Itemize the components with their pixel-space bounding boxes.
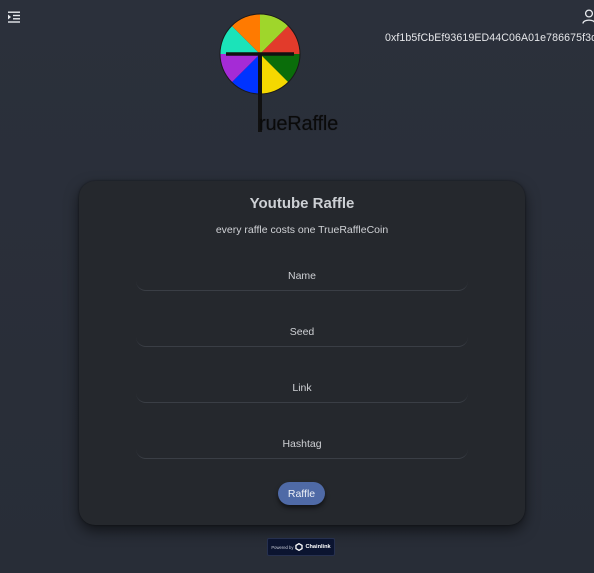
seed-input[interactable]	[136, 317, 468, 347]
hashtag-input[interactable]	[136, 429, 468, 459]
raffle-form-card: Youtube Raffle every raffle costs one Tr…	[79, 181, 525, 525]
menu-indent-icon[interactable]	[7, 9, 21, 23]
app-page: 0xf1b5fCbEf93619ED44C06A01e786675f3dD75B…	[0, 0, 594, 573]
raffle-button[interactable]: Raffle	[278, 482, 325, 505]
chainlink-badge[interactable]: Powered by Chainlink	[267, 538, 335, 556]
chainlink-hexagon-icon	[295, 543, 304, 551]
powered-by-label: Powered by	[271, 544, 294, 550]
form-title: Youtube Raffle	[249, 195, 355, 212]
logo-text: rueRaffle	[259, 113, 338, 135]
form-subtitle: every raffle costs one TrueRaffleCoin	[215, 224, 389, 236]
name-input[interactable]	[136, 261, 468, 291]
user-icon[interactable]	[582, 9, 594, 24]
chainlink-brand-label: Chainlink	[305, 544, 331, 550]
link-input[interactable]	[136, 373, 468, 403]
wallet-address: 0xf1b5fCbEf93619ED44C06A01e786675f3dD75B…	[385, 32, 594, 44]
